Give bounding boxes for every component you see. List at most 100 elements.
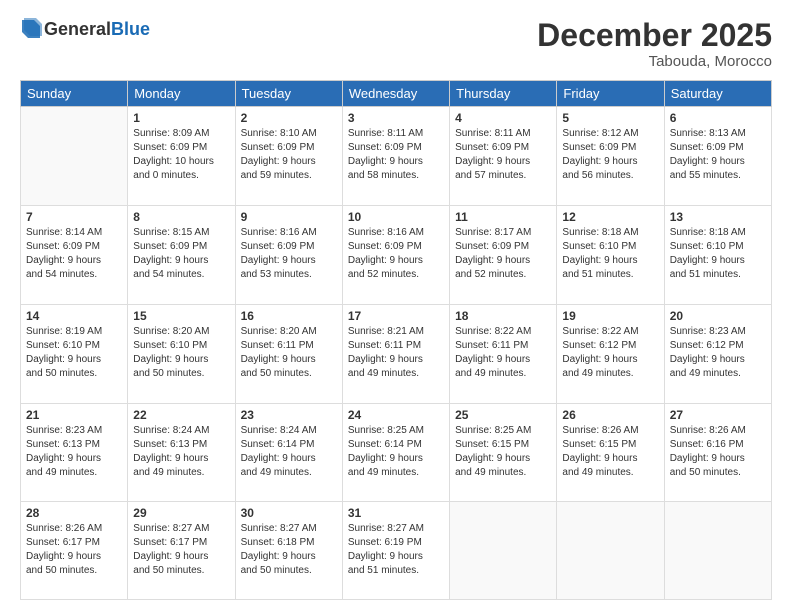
calendar-cell: 30Sunrise: 8:27 AMSunset: 6:18 PMDayligh… (235, 502, 342, 600)
calendar-cell: 27 Sunrise: 8:26 AMSunset: 6:16 PMDayligh… (664, 403, 771, 502)
day-info: Sunrise: 8:16 AMSunset: 6:09 PMDaylight:… (348, 226, 444, 282)
calendar-cell (557, 502, 664, 600)
day-info: Sunrise: 8:24 AMSunset: 6:14 PMDaylight:… (241, 424, 337, 480)
day-number: 21 (26, 408, 122, 422)
day-info: Sunrise: 8:17 AMSunset: 6:09 PMDaylight:… (455, 226, 551, 282)
logo: GeneralBlue (20, 18, 150, 40)
day-number: 9 (241, 210, 337, 224)
calendar-cell: 4 Sunrise: 8:11 AMSunset: 6:09 PMDaylight… (450, 107, 557, 206)
day-info: Sunrise: 8:13 AMSunset: 6:09 PMDaylight:… (670, 127, 766, 183)
calendar-cell: 11 Sunrise: 8:17 AMSunset: 6:09 PMDayligh… (450, 205, 557, 304)
calendar-cell (450, 502, 557, 600)
day-number: 2 (241, 111, 337, 125)
day-info: Sunrise: 8:18 AMSunset: 6:10 PMDaylight:… (670, 226, 766, 282)
calendar-week-row: 7 Sunrise: 8:14 AMSunset: 6:09 PMDaylight… (21, 205, 772, 304)
day-number: 17 (348, 309, 444, 323)
calendar-cell: 6 Sunrise: 8:13 AMSunset: 6:09 PMDaylight… (664, 107, 771, 206)
day-number: 26 (562, 408, 658, 422)
calendar-week-row: 21 Sunrise: 8:23 AMSunset: 6:13 PMDayligh… (21, 403, 772, 502)
page: GeneralBlue December 2025 Tabouda, Moroc… (0, 0, 792, 612)
calendar-cell: 18 Sunrise: 8:22 AMSunset: 6:11 PMDayligh… (450, 304, 557, 403)
calendar-cell: 16Sunrise: 8:20 AMSunset: 6:11 PMDayligh… (235, 304, 342, 403)
day-number: 10 (348, 210, 444, 224)
location-subtitle: Tabouda, Morocco (537, 53, 772, 70)
calendar-cell: 31Sunrise: 8:27 AMSunset: 6:19 PMDayligh… (342, 502, 449, 600)
weekday-header-friday: Friday (557, 81, 664, 107)
day-number: 12 (562, 210, 658, 224)
day-info: Sunrise: 8:19 AMSunset: 6:10 PMDaylight:… (26, 325, 122, 381)
day-number: 6 (670, 111, 766, 125)
calendar-cell: 28 Sunrise: 8:26 AMSunset: 6:17 PMDayligh… (21, 502, 128, 600)
day-info: Sunrise: 8:26 AMSunset: 6:17 PMDaylight:… (26, 522, 122, 578)
day-number: 27 (670, 408, 766, 422)
day-info: Sunrise: 8:09 AMSunset: 6:09 PMDaylight:… (133, 127, 229, 183)
day-number: 15 (133, 309, 229, 323)
day-info: Sunrise: 8:27 AMSunset: 6:17 PMDaylight:… (133, 522, 229, 578)
calendar-cell: 2 Sunrise: 8:10 AMSunset: 6:09 PMDaylight… (235, 107, 342, 206)
weekday-header-tuesday: Tuesday (235, 81, 342, 107)
header: GeneralBlue December 2025 Tabouda, Moroc… (20, 18, 772, 70)
calendar-table: SundayMondayTuesdayWednesdayThursdayFrid… (20, 80, 772, 600)
day-number: 11 (455, 210, 551, 224)
day-number: 13 (670, 210, 766, 224)
calendar-cell: 15 Sunrise: 8:20 AMSunset: 6:10 PMDayligh… (128, 304, 235, 403)
day-number: 7 (26, 210, 122, 224)
day-info: Sunrise: 8:27 AMSunset: 6:18 PMDaylight:… (241, 522, 337, 578)
day-info: Sunrise: 8:16 AMSunset: 6:09 PMDaylight:… (241, 226, 337, 282)
day-number: 23 (241, 408, 337, 422)
day-info: Sunrise: 8:11 AMSunset: 6:09 PMDaylight:… (348, 127, 444, 183)
day-info: Sunrise: 8:21 AMSunset: 6:11 PMDaylight:… (348, 325, 444, 381)
day-info: Sunrise: 8:22 AMSunset: 6:12 PMDaylight:… (562, 325, 658, 381)
calendar-cell: 10 Sunrise: 8:16 AMSunset: 6:09 PMDayligh… (342, 205, 449, 304)
calendar-cell: 26Sunrise: 8:26 AMSunset: 6:15 PMDayligh… (557, 403, 664, 502)
calendar-cell (21, 107, 128, 206)
day-info: Sunrise: 8:20 AMSunset: 6:10 PMDaylight:… (133, 325, 229, 381)
calendar-cell: 21 Sunrise: 8:23 AMSunset: 6:13 PMDayligh… (21, 403, 128, 502)
day-info: Sunrise: 8:25 AMSunset: 6:14 PMDaylight:… (348, 424, 444, 480)
calendar-cell: 13 Sunrise: 8:18 AMSunset: 6:10 PMDayligh… (664, 205, 771, 304)
calendar-cell: 9 Sunrise: 8:16 AMSunset: 6:09 PMDaylight… (235, 205, 342, 304)
day-info: Sunrise: 8:18 AMSunset: 6:10 PMDaylight:… (562, 226, 658, 282)
day-number: 1 (133, 111, 229, 125)
day-number: 25 (455, 408, 551, 422)
weekday-header-monday: Monday (128, 81, 235, 107)
calendar-week-row: 1 Sunrise: 8:09 AMSunset: 6:09 PMDaylight… (21, 107, 772, 206)
day-info: Sunrise: 8:23 AMSunset: 6:13 PMDaylight:… (26, 424, 122, 480)
weekday-header-sunday: Sunday (21, 81, 128, 107)
calendar-cell: 3Sunrise: 8:11 AMSunset: 6:09 PMDaylight… (342, 107, 449, 206)
calendar-cell: 20Sunrise: 8:23 AMSunset: 6:12 PMDayligh… (664, 304, 771, 403)
day-number: 4 (455, 111, 551, 125)
calendar-week-row: 28 Sunrise: 8:26 AMSunset: 6:17 PMDayligh… (21, 502, 772, 600)
title-section: December 2025 Tabouda, Morocco (537, 18, 772, 70)
day-info: Sunrise: 8:10 AMSunset: 6:09 PMDaylight:… (241, 127, 337, 183)
day-info: Sunrise: 8:23 AMSunset: 6:12 PMDaylight:… (670, 325, 766, 381)
weekday-header-wednesday: Wednesday (342, 81, 449, 107)
day-info: Sunrise: 8:20 AMSunset: 6:11 PMDaylight:… (241, 325, 337, 381)
day-info: Sunrise: 8:14 AMSunset: 6:09 PMDaylight:… (26, 226, 122, 282)
day-number: 28 (26, 506, 122, 520)
day-number: 31 (348, 506, 444, 520)
calendar-cell: 19 Sunrise: 8:22 AMSunset: 6:12 PMDayligh… (557, 304, 664, 403)
calendar-cell: 24Sunrise: 8:25 AMSunset: 6:14 PMDayligh… (342, 403, 449, 502)
weekday-header-saturday: Saturday (664, 81, 771, 107)
day-number: 14 (26, 309, 122, 323)
calendar-cell (664, 502, 771, 600)
calendar-cell: 8Sunrise: 8:15 AMSunset: 6:09 PMDaylight… (128, 205, 235, 304)
day-number: 18 (455, 309, 551, 323)
calendar-cell: 7 Sunrise: 8:14 AMSunset: 6:09 PMDaylight… (21, 205, 128, 304)
day-info: Sunrise: 8:24 AMSunset: 6:13 PMDaylight:… (133, 424, 229, 480)
day-info: Sunrise: 8:26 AMSunset: 6:16 PMDaylight:… (670, 424, 766, 480)
day-number: 8 (133, 210, 229, 224)
calendar-cell: 17 Sunrise: 8:21 AMSunset: 6:11 PMDayligh… (342, 304, 449, 403)
day-info: Sunrise: 8:22 AMSunset: 6:11 PMDaylight:… (455, 325, 551, 381)
day-number: 19 (562, 309, 658, 323)
day-info: Sunrise: 8:12 AMSunset: 6:09 PMDaylight:… (562, 127, 658, 183)
logo-icon (20, 18, 42, 40)
day-info: Sunrise: 8:11 AMSunset: 6:09 PMDaylight:… (455, 127, 551, 183)
calendar-cell: 23 Sunrise: 8:24 AMSunset: 6:14 PMDayligh… (235, 403, 342, 502)
day-number: 5 (562, 111, 658, 125)
calendar-cell: 5 Sunrise: 8:12 AMSunset: 6:09 PMDaylight… (557, 107, 664, 206)
logo-text: GeneralBlue (20, 18, 150, 40)
weekday-header-row: SundayMondayTuesdayWednesdayThursdayFrid… (21, 81, 772, 107)
calendar-cell: 1 Sunrise: 8:09 AMSunset: 6:09 PMDaylight… (128, 107, 235, 206)
